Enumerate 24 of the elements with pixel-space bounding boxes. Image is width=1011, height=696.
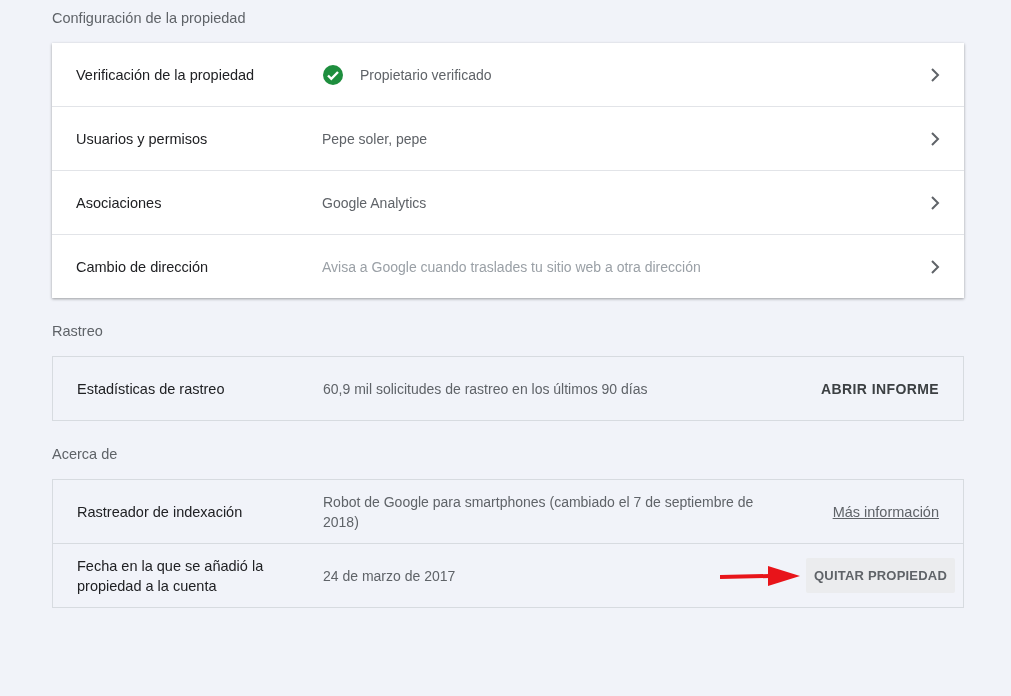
section-heading: Configuración de la propiedad [52, 9, 247, 28]
chevron-right-icon[interactable] [930, 131, 940, 146]
row-label: Asociaciones [76, 193, 163, 213]
chevron-right-icon[interactable] [930, 67, 940, 82]
row-value: 24 de marzo de 2017 [323, 566, 456, 586]
row-label: Cambio de dirección [76, 257, 210, 277]
row-value: Robot de Google para smartphones (cambiado el 7 de septiembre de 2018) [323, 492, 755, 532]
row-label: Rastreador de indexación [77, 502, 244, 522]
row-label: Verificación de la propiedad [76, 65, 256, 85]
more-info-link[interactable]: Más información [832, 503, 939, 520]
row-label: Usuarios y permisos [76, 129, 209, 149]
row-label: Fecha en la que se añadió la propiedad a la cuenta [77, 556, 265, 596]
section-heading: Acerca de [52, 445, 119, 464]
row-value: Pepe soler, pepe [322, 129, 428, 149]
row-value: Propietario verificado [360, 65, 492, 85]
open-report-button[interactable]: ABRIR INFORME [821, 380, 939, 397]
row-value: Google Analytics [322, 193, 427, 213]
section-heading: Rastreo [52, 322, 104, 341]
chevron-right-icon[interactable] [930, 195, 940, 210]
row-value: 60,9 mil solicitudes de rastreo en los últimos 90 días [323, 379, 648, 399]
row-label: Estadísticas de rastreo [77, 379, 226, 399]
remove-property-button[interactable]: QUITAR PROPIEDAD [806, 558, 955, 593]
row-value: Avisa a Google cuando traslades tu sitio web a otra dirección [322, 257, 701, 277]
chevron-right-icon[interactable] [930, 259, 940, 274]
